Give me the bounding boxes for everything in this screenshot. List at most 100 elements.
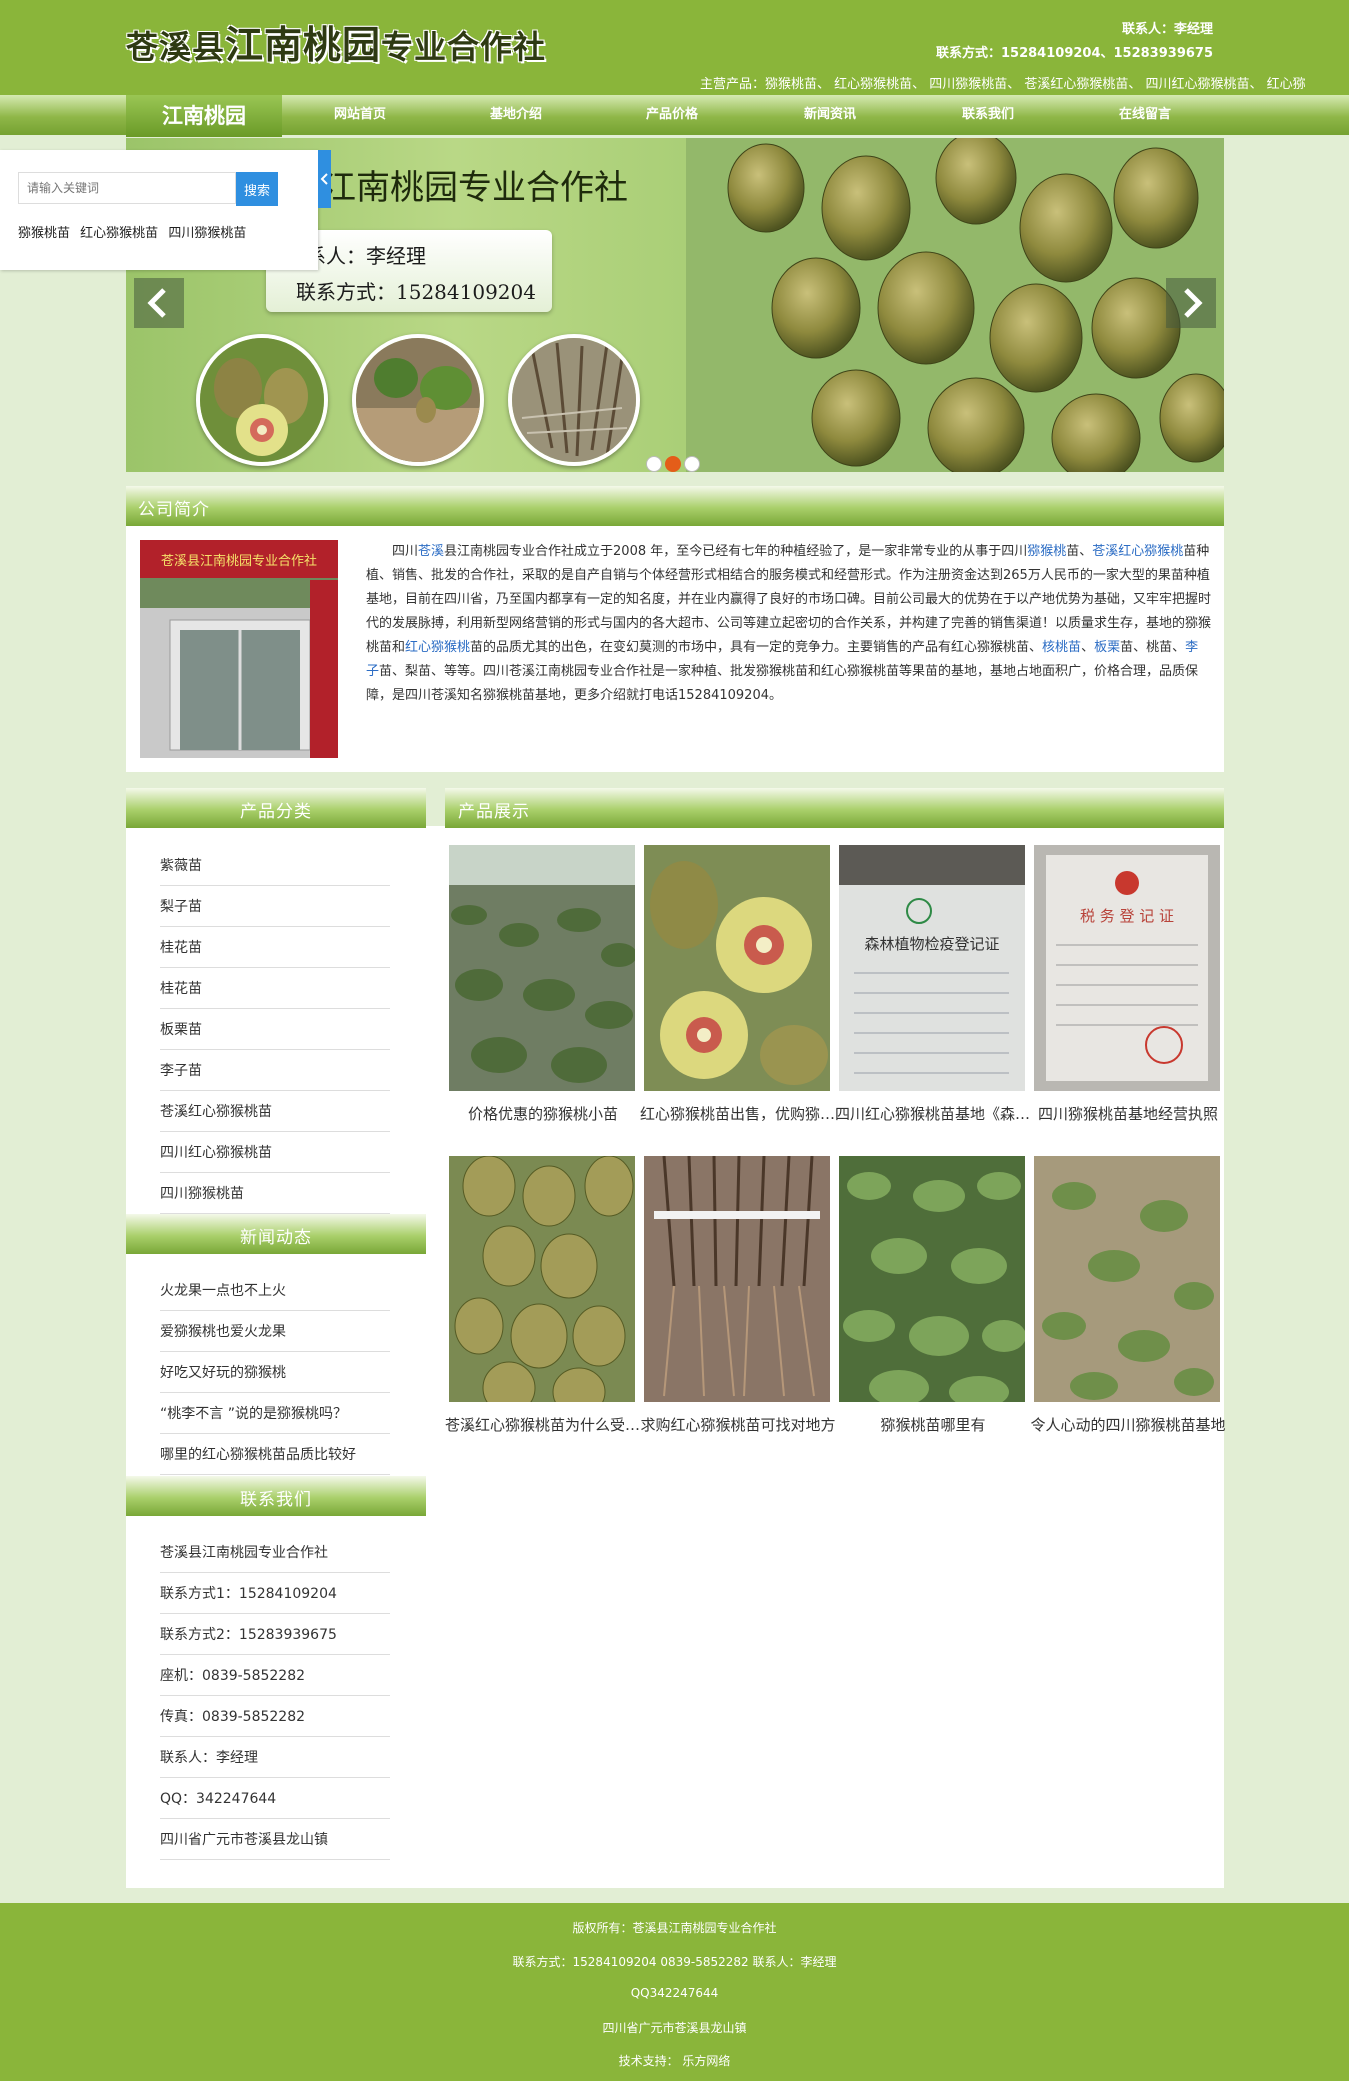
category-item[interactable]: 四川猕猴桃苗 xyxy=(160,1174,390,1214)
contact-item: 传真：0839-5852282 xyxy=(160,1697,390,1737)
news-section-title: 新闻动态 xyxy=(240,1228,312,1248)
about-panel: 苍溪县江南桃园专业合作社 四川苍溪县江南桃园专业合作社成立于2008 年，至今已… xyxy=(126,526,1224,772)
contact-section-title: 联系我们 xyxy=(240,1490,312,1510)
news-item[interactable]: 好吃又好玩的猕猴桃 xyxy=(160,1353,390,1393)
logo-part-2: 江南桃园 xyxy=(225,23,382,67)
banner-thumb-seedling-roots xyxy=(508,334,640,466)
product-caption: 苍溪红心猕猴桃苗为什么受欢迎 xyxy=(445,1416,641,1434)
product-caption: 四川红心猕猴桃苗基地《森林植物检疫登记证》 xyxy=(835,1105,1031,1123)
banner-prev-button[interactable] xyxy=(134,278,184,328)
about-link[interactable]: 苍溪红心猕猴桃 xyxy=(1092,544,1183,559)
banner-title: 江南桃园专业合作社 xyxy=(322,168,628,208)
kiwi-cluster-image xyxy=(686,138,1224,472)
nav-base-intro[interactable]: 基地介绍 xyxy=(438,95,594,135)
category-item[interactable]: 桂花苗 xyxy=(160,969,390,1009)
contact-item: 四川省广元市苍溪县龙山镇 xyxy=(160,1820,390,1860)
site-header: 苍溪县江南桃园专业合作社 联系人：李经理 联系方式：15284109204、15… xyxy=(0,0,1349,95)
svg-text:税 务 登 记 证: 税 务 登 记 证 xyxy=(1080,907,1174,925)
products-section-title: 产品展示 xyxy=(458,802,530,822)
contact-item: 联系人：李经理 xyxy=(160,1738,390,1778)
footer-address: 四川省广元市苍溪县龙山镇 xyxy=(602,2021,747,2035)
news-item[interactable]: 爱猕猴桃也爱火龙果 xyxy=(160,1312,390,1352)
products-section-bar xyxy=(445,788,1224,828)
nav-home[interactable]: 网站首页 xyxy=(282,95,438,135)
footer-copyright: 版权所有：苍溪县江南桃园专业合作社 xyxy=(572,1921,777,1935)
footer-contact: 联系方式：15284109204 0839-5852282 联系人：李经理 xyxy=(512,1955,837,1969)
footer-qq: QQ342247644 xyxy=(630,1986,719,2000)
about-section-bar xyxy=(126,486,1224,526)
category-item[interactable]: 梨子苗 xyxy=(160,887,390,927)
nav-contact[interactable]: 联系我们 xyxy=(910,95,1066,135)
product-caption: 猕猴桃苗哪里有 xyxy=(880,1416,986,1434)
product-image xyxy=(644,1156,830,1402)
news-item[interactable]: 哪里的红心猕猴桃苗品质比较好 xyxy=(160,1435,390,1475)
chevron-right-icon xyxy=(1184,288,1203,318)
banner-dot-3[interactable] xyxy=(684,456,700,472)
about-link[interactable]: 核桃苗 xyxy=(1042,640,1081,655)
about-link[interactable]: 猕猴桃 xyxy=(1027,544,1066,559)
svg-text:森林植物检疫登记证: 森林植物检疫登记证 xyxy=(864,935,999,953)
header-contact-phone: 联系方式：15284109204、15283939675 xyxy=(936,46,1213,61)
banner-contact-phone: 联系方式：15284109204 xyxy=(296,280,536,304)
contact-item: QQ：342247644 xyxy=(160,1779,390,1819)
search-button[interactable]: 搜索 xyxy=(236,172,278,206)
chevron-left-icon xyxy=(320,173,328,185)
main-products-marquee: 主营产品：猕猴桃苗、 红心猕猴桃苗、 四川猕猴桃苗、 苍溪红心猕猴桃苗、 四川红… xyxy=(700,77,1306,92)
product-image xyxy=(449,845,635,1091)
search-panel: 搜索 猕猴桃苗 红心猕猴桃苗 四川猕猴桃苗 xyxy=(0,150,318,270)
product-caption: 价格优惠的猕猴桃小苗 xyxy=(467,1105,618,1123)
banner-thumb-kiwi-vine xyxy=(352,334,484,466)
svg-text:苍溪县江南桃园专业合作社: 苍溪县江南桃园专业合作社 xyxy=(161,553,317,569)
chevron-left-icon xyxy=(147,288,166,318)
nav-brand[interactable]: 江南桃园 xyxy=(126,95,282,137)
banner-thumb-kiwi-cut xyxy=(196,334,328,466)
footer-tech-support[interactable]: 技术支持： 乐方网络 xyxy=(0,2052,1349,2069)
about-link[interactable]: 苍溪 xyxy=(418,544,444,559)
news-item[interactable]: “桃李不言 ”说的是猕猴桃吗？ xyxy=(160,1394,390,1434)
category-item[interactable]: 紫薇苗 xyxy=(160,846,390,886)
product-caption: 红心猕猴桃苗出售，优购猕猴桃苗 xyxy=(640,1105,836,1123)
nav-product-price[interactable]: 产品价格 xyxy=(594,95,750,135)
about-link[interactable]: 红心猕猴桃 xyxy=(405,640,470,655)
banner-dot-2[interactable] xyxy=(665,456,681,472)
about-link[interactable]: 板栗 xyxy=(1094,640,1120,655)
category-item[interactable]: 四川红心猕猴桃苗 xyxy=(160,1133,390,1173)
banner-next-button[interactable] xyxy=(1166,278,1216,328)
news-item[interactable]: 火龙果一点也不上火 xyxy=(160,1271,390,1311)
logo-part-1: 苍溪县 xyxy=(126,28,226,66)
category-item[interactable]: 李子苗 xyxy=(160,1051,390,1091)
product-image xyxy=(644,845,830,1091)
product-image xyxy=(449,1156,635,1402)
category-item[interactable]: 板栗苗 xyxy=(160,1010,390,1050)
nav-message[interactable]: 在线留言 xyxy=(1067,95,1223,135)
contact-item: 联系方式2：15283939675 xyxy=(160,1615,390,1655)
contact-item: 座机：0839-5852282 xyxy=(160,1656,390,1696)
contact-item: 苍溪县江南桃园专业合作社 xyxy=(160,1533,390,1573)
nav-news[interactable]: 新闻资讯 xyxy=(752,95,908,135)
product-image xyxy=(839,1156,1025,1402)
search-input[interactable] xyxy=(18,172,236,204)
about-text: 四川苍溪县江南桃园专业合作社成立于2008 年，至今已经有七年的种植经验了，是一… xyxy=(366,544,1212,703)
storefront-photo: 苍溪县江南桃园专业合作社 xyxy=(140,540,338,758)
logo-part-3: 专业合作社 xyxy=(381,28,547,66)
contact-item: 联系方式1：15284109204 xyxy=(160,1574,390,1614)
product-image: 税 务 登 记 证 xyxy=(1034,845,1220,1091)
hot-keyword[interactable]: 猕猴桃苗 xyxy=(18,226,70,241)
site-logo[interactable]: 苍溪县江南桃园专业合作社 xyxy=(126,14,546,69)
search-toggle-tab[interactable] xyxy=(318,150,331,208)
about-section-title: 公司简介 xyxy=(138,500,210,520)
product-caption: 令人心动的四川猕猴桃苗基地 xyxy=(1030,1416,1226,1434)
product-image xyxy=(1034,1156,1220,1402)
product-caption: 四川猕猴桃苗基地经营执照 xyxy=(1037,1105,1218,1123)
header-contact-person: 联系人：李经理 xyxy=(1122,22,1214,37)
hot-keywords: 猕猴桃苗 红心猕猴桃苗 四川猕猴桃苗 xyxy=(18,222,252,241)
category-item[interactable]: 苍溪红心猕猴桃苗 xyxy=(160,1092,390,1132)
hot-keyword[interactable]: 红心猕猴桃苗 xyxy=(80,226,158,241)
site-footer: 版权所有：苍溪县江南桃园专业合作社 联系方式：15284109204 0839-… xyxy=(0,1903,1349,2081)
banner-dot-1[interactable] xyxy=(646,456,662,472)
category-item[interactable]: 桂花苗 xyxy=(160,928,390,968)
hot-keyword[interactable]: 四川猕猴桃苗 xyxy=(168,226,246,241)
category-section-title: 产品分类 xyxy=(240,802,312,822)
product-caption: 求购红心猕猴桃苗可找对地方 xyxy=(640,1416,836,1434)
product-image: 森林植物检疫登记证 xyxy=(839,845,1025,1091)
